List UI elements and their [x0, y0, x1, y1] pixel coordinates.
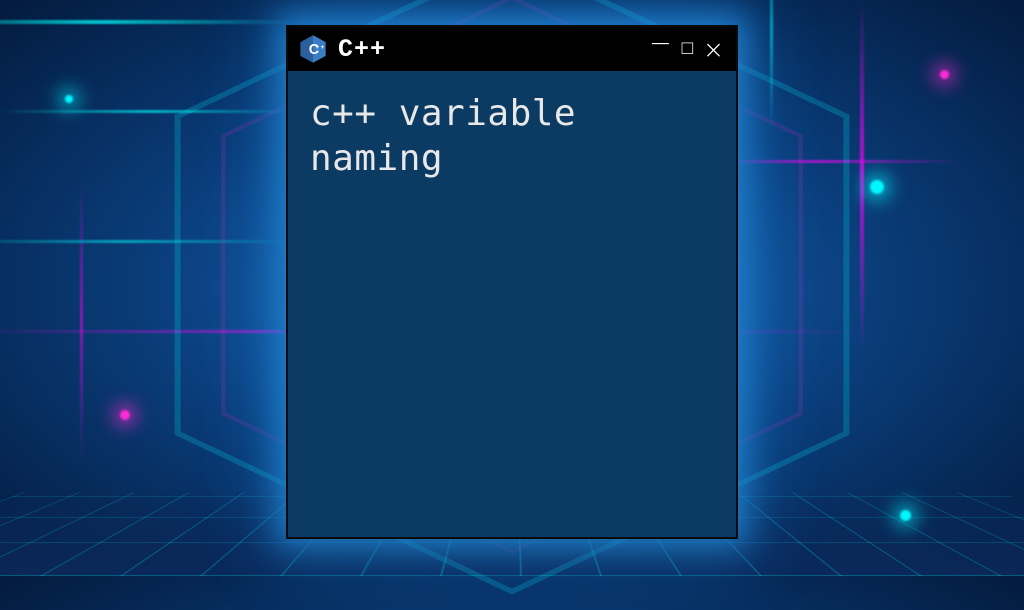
svg-text:+: +: [315, 44, 319, 51]
titlebar[interactable]: C + + C++ − □ ×: [288, 27, 736, 71]
svg-text:+: +: [321, 44, 325, 51]
close-button[interactable]: ×: [701, 37, 726, 62]
decor-orb: [870, 180, 884, 194]
decor-orb: [120, 410, 130, 420]
terminal-window: C + + C++ − □ × c++ variable naming: [286, 25, 738, 539]
minimize-button[interactable]: −: [647, 30, 674, 57]
decor-orb: [900, 510, 911, 521]
terminal-content[interactable]: c++ variable naming: [288, 71, 736, 537]
window-title: C++: [338, 35, 637, 64]
decor-orb: [940, 70, 949, 79]
cpp-hex-icon: C + +: [298, 34, 328, 64]
maximize-button[interactable]: □: [680, 39, 695, 58]
decor-orb: [65, 95, 73, 103]
window-controls: − □ ×: [647, 36, 726, 63]
